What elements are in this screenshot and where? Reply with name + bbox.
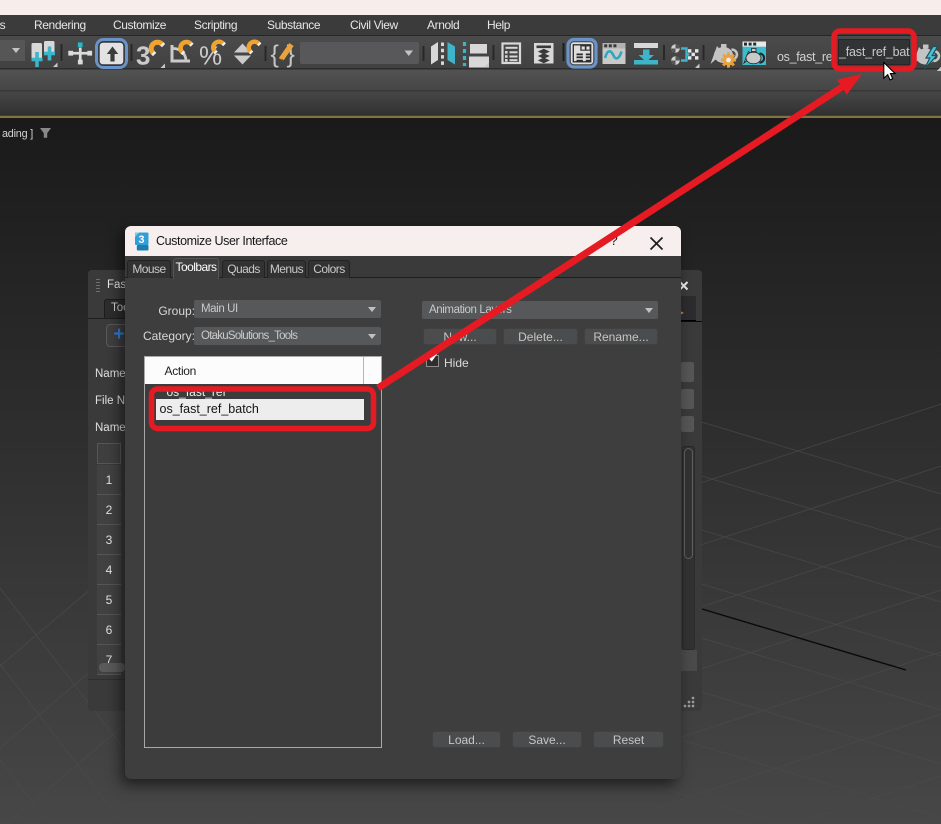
svg-text:3: 3 [138, 234, 144, 246]
